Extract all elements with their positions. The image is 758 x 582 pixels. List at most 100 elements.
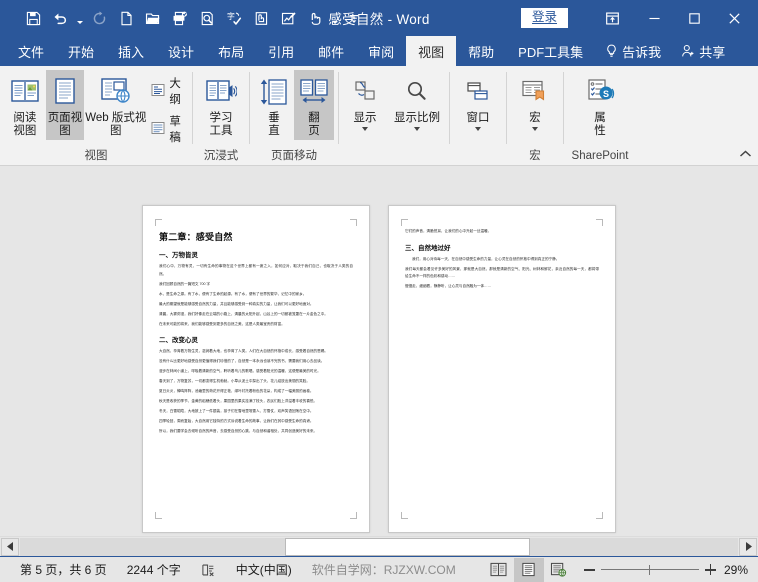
language-indicator[interactable]: 中文(中国) xyxy=(226,561,302,578)
word-count[interactable]: 2244 个字 xyxy=(117,561,191,578)
ribbon-group-show: 显示 显示比例 xyxy=(339,66,449,165)
scroll-left-button[interactable] xyxy=(1,538,19,556)
tab-insert[interactable]: 插入 xyxy=(106,36,156,66)
show-dropdown-icon[interactable] xyxy=(362,125,368,133)
ribbon-group-page-movement: 垂直 翻页 页面移动 xyxy=(250,66,338,165)
learning-tools-button[interactable]: 学习工具 xyxy=(197,70,245,140)
zoom-in-button[interactable] xyxy=(705,564,716,575)
doc-paragraph: 没有什么比更好地感受自然更值得我们珍惜的了，自然是一本永远也读不完的书，需要我们… xyxy=(159,358,353,366)
read-mode-icon xyxy=(10,73,40,111)
watermark-text: 软件自学网：RJZXW.COM xyxy=(302,561,466,578)
macros-button[interactable]: 宏 xyxy=(512,70,558,135)
doc-heading-2: 一、万物皆灵 xyxy=(159,249,353,259)
undo-icon[interactable] xyxy=(47,5,73,31)
close-button[interactable] xyxy=(714,0,754,36)
person-add-icon xyxy=(681,44,695,58)
horizontal-scrollbar[interactable] xyxy=(0,536,758,556)
word-window: 字 感受自然 - Word 登录 xyxy=(0,0,758,582)
window-dropdown-icon[interactable] xyxy=(475,125,481,133)
maximize-button[interactable] xyxy=(674,0,714,36)
share-button[interactable]: 共享 xyxy=(671,36,735,66)
zoom-slider-tick xyxy=(649,565,650,575)
doc-heading-1: 第二章：感受自然 xyxy=(159,230,353,243)
read-mode-view-button[interactable] xyxy=(484,558,514,582)
tab-references[interactable]: 引用 xyxy=(256,36,306,66)
zoom-control[interactable] xyxy=(574,564,724,576)
ribbon-group-macros: 宏 宏 xyxy=(507,66,563,165)
zoom-button[interactable]: 显示比例 xyxy=(390,70,444,135)
document-page[interactable]: 第二章：感受自然 一、万物皆灵 我们心中，万物有灵，一切有生命的事物在这个世界上… xyxy=(142,205,370,533)
show-icon xyxy=(351,73,379,111)
document-page[interactable]: 它们的声音，清脆悦耳，让我们的心中升起一丝温暖。 三、自然地过好 我们，用心对待… xyxy=(388,205,616,533)
tab-mailings[interactable]: 邮件 xyxy=(306,36,356,66)
tab-review[interactable]: 审阅 xyxy=(356,36,406,66)
draft-view-icon xyxy=(151,121,165,138)
ribbon-group-window-label xyxy=(450,148,506,165)
collapse-ribbon-button[interactable] xyxy=(736,145,754,163)
doc-paragraph: 我们心中，万物有灵，一切有生命的事物在这个世界上都有一席之入，如何应对，取决于我… xyxy=(159,263,353,278)
undo-dropdown-icon[interactable] xyxy=(74,5,85,31)
side-to-side-button[interactable]: 翻页 xyxy=(294,70,334,140)
pointer-icon[interactable] xyxy=(302,5,328,31)
print-preview-icon[interactable] xyxy=(194,5,220,31)
tab-layout[interactable]: 布局 xyxy=(206,36,256,66)
touch-mode-icon[interactable] xyxy=(248,5,274,31)
svg-text:S: S xyxy=(603,89,609,99)
tab-pdf-tools[interactable]: PDF工具集 xyxy=(506,36,595,66)
scroll-right-button[interactable] xyxy=(739,538,757,556)
title-bar-right: 登录 xyxy=(521,0,758,36)
macros-dropdown-icon[interactable] xyxy=(532,125,538,133)
print-layout-view-button[interactable] xyxy=(514,558,544,582)
tab-design[interactable]: 设计 xyxy=(156,36,206,66)
spelling-check-icon[interactable]: 字 xyxy=(221,5,247,31)
web-layout-view-button[interactable] xyxy=(544,558,574,582)
page-content: 它们的声音，清脆悦耳，让我们的心中升起一丝温暖。 三、自然地过好 我们，用心对待… xyxy=(405,222,599,516)
doc-paragraph: 春天到了，万物复苏，一切都变得生机勃勃。小草从泥土中探出了头，花儿绽放出美丽的笑… xyxy=(159,378,353,386)
zoom-label: 显示比例 xyxy=(394,112,440,125)
zoom-dropdown-icon[interactable] xyxy=(414,125,420,133)
title-bar: 字 感受自然 - Word 登录 xyxy=(0,0,758,36)
tab-help[interactable]: 帮助 xyxy=(456,36,506,66)
vertical-scroll-label: 垂直 xyxy=(268,112,280,138)
proofing-errors-icon[interactable] xyxy=(191,563,226,577)
ribbon-group-page-movement-label: 页面移动 xyxy=(250,148,338,165)
ribbon-display-options-button[interactable] xyxy=(590,0,634,36)
sign-in-button[interactable]: 登录 xyxy=(521,8,568,29)
scrollbar-track[interactable] xyxy=(20,538,738,556)
vertical-scroll-button[interactable]: 垂直 xyxy=(254,70,294,140)
pointer-dropdown-icon[interactable] xyxy=(329,5,340,31)
minimize-button[interactable] xyxy=(634,0,674,36)
zoom-out-button[interactable] xyxy=(584,564,595,575)
window-button[interactable]: 窗口 xyxy=(455,70,501,135)
zoom-slider[interactable] xyxy=(601,564,699,576)
doc-paragraph: 慢慢走，细细看，静静听，让心灵与自然融为一体…… xyxy=(405,283,599,291)
document-canvas[interactable]: 第二章：感受自然 一、万物皆灵 我们心中，万物有灵，一切有生命的事物在这个世界上… xyxy=(0,166,758,536)
save-icon[interactable] xyxy=(20,5,46,31)
properties-button[interactable]: S 属性 xyxy=(578,70,622,140)
ribbon-group-window: 窗口 xyxy=(450,66,506,165)
quick-print-icon[interactable] xyxy=(167,5,193,31)
outline-view-button[interactable]: 大纲 xyxy=(147,74,188,108)
print-layout-button[interactable]: 页面视图 xyxy=(46,70,84,140)
tab-view[interactable]: 视图 xyxy=(406,36,456,66)
doc-paragraph: 我们每天都会看见许多美好的风景，那就是大自然，那就是清新的空气、阳光、树林和鲜花… xyxy=(405,266,599,281)
web-layout-button[interactable]: Web 版式视图 xyxy=(84,70,147,140)
scrollbar-thumb[interactable] xyxy=(285,538,530,556)
zoom-level[interactable]: 29% xyxy=(724,563,758,577)
customize-qat-icon[interactable] xyxy=(341,5,367,31)
doc-paragraph: 大自然，孕育着万物生灵，滋润着大地，也孕育了人类。人们在大自然的怀抱中成长，感受… xyxy=(159,348,353,356)
tell-me-button[interactable]: 告诉我 xyxy=(595,36,671,66)
tab-home[interactable]: 开始 xyxy=(56,36,106,66)
edit-chart-icon[interactable] xyxy=(275,5,301,31)
new-document-icon[interactable] xyxy=(113,5,139,31)
ribbon-tabs: 文件 开始 插入 设计 布局 引用 邮件 审阅 视图 帮助 PDF工具集 告诉我… xyxy=(0,36,758,66)
draft-view-button[interactable]: 草稿 xyxy=(147,112,188,146)
show-button[interactable]: 显示 xyxy=(344,70,386,135)
doc-paragraph: 秋天是收获的季节，金黄的稻穗低着头，果园里的果实挂满了枝头，农民们脸上洋溢着丰收… xyxy=(159,398,353,406)
views-small-buttons: 大纲 草稿 xyxy=(147,70,188,146)
tab-file[interactable]: 文件 xyxy=(6,36,56,66)
open-folder-icon[interactable] xyxy=(140,5,166,31)
page-indicator[interactable]: 第 5 页，共 6 页 xyxy=(10,561,117,578)
side-to-side-label: 翻页 xyxy=(308,112,320,138)
read-mode-button[interactable]: 阅读视图 xyxy=(4,70,46,140)
